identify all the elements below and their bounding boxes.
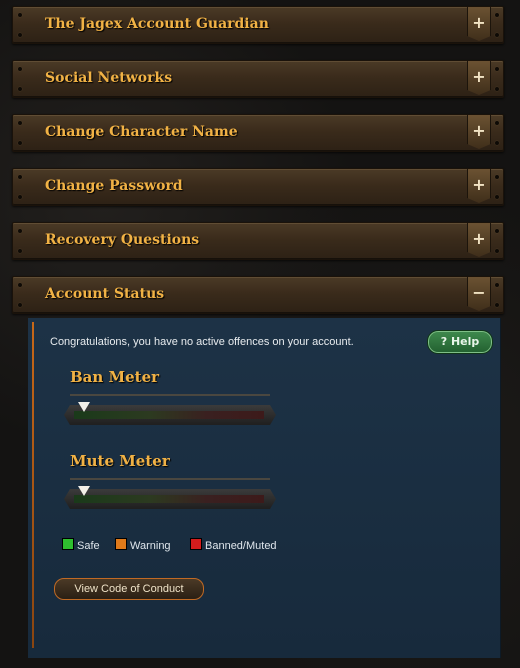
rivet-icon bbox=[495, 67, 499, 71]
rivet-icon bbox=[495, 121, 499, 125]
rivet-icon bbox=[495, 175, 499, 179]
minus-icon: − bbox=[472, 283, 486, 302]
rivet-icon bbox=[18, 249, 22, 253]
rivet-icon bbox=[495, 283, 499, 287]
rivet-icon bbox=[18, 141, 22, 145]
legend-safe: Safe bbox=[62, 538, 100, 552]
rivet-icon bbox=[18, 229, 22, 233]
rivet-icon bbox=[18, 195, 22, 199]
plus-icon: + bbox=[472, 67, 486, 86]
banned-swatch-icon bbox=[190, 538, 202, 550]
section-label: Account Status bbox=[45, 286, 165, 302]
ban-meter-title: Ban Meter bbox=[70, 368, 160, 386]
view-code-of-conduct-button[interactable]: View Code of Conduct bbox=[54, 578, 204, 600]
help-button[interactable]: ? Help bbox=[427, 330, 493, 354]
section-change-character-name[interactable]: Change Character Name + bbox=[12, 114, 504, 152]
mute-meter bbox=[64, 489, 276, 509]
section-change-password[interactable]: Change Password + bbox=[12, 168, 504, 206]
rivet-icon bbox=[18, 283, 22, 287]
panel-rail bbox=[32, 322, 34, 648]
mute-meter-title: Mute Meter bbox=[70, 452, 170, 470]
rivet-icon bbox=[18, 175, 22, 179]
ban-meter bbox=[64, 405, 276, 425]
plus-icon: + bbox=[472, 121, 486, 140]
plus-icon: + bbox=[472, 13, 486, 32]
plus-icon: + bbox=[472, 175, 486, 194]
expand-icon[interactable]: + bbox=[467, 115, 491, 149]
rivet-icon bbox=[495, 87, 499, 91]
rivet-icon bbox=[18, 121, 22, 125]
section-account-status[interactable]: Account Status − bbox=[12, 276, 504, 314]
expand-icon[interactable]: + bbox=[467, 169, 491, 203]
section-label: Change Password bbox=[45, 178, 183, 194]
rivet-icon bbox=[495, 303, 499, 307]
rivet-icon bbox=[495, 13, 499, 17]
rivet-icon bbox=[18, 33, 22, 37]
legend-banned-muted: Banned/Muted bbox=[190, 538, 277, 552]
section-label: The Jagex Account Guardian bbox=[45, 16, 269, 32]
safe-swatch-icon bbox=[62, 538, 74, 550]
rivet-icon bbox=[495, 141, 499, 145]
expand-icon[interactable]: + bbox=[467, 61, 491, 95]
section-recovery-questions[interactable]: Recovery Questions + bbox=[12, 222, 504, 260]
section-label: Recovery Questions bbox=[45, 232, 200, 248]
expand-icon[interactable]: + bbox=[467, 223, 491, 257]
expand-icon[interactable]: + bbox=[467, 7, 491, 41]
section-jagex-account-guardian[interactable]: The Jagex Account Guardian + bbox=[12, 6, 504, 44]
legend-warning: Warning bbox=[115, 538, 171, 552]
section-social-networks[interactable]: Social Networks + bbox=[12, 60, 504, 98]
rivet-icon bbox=[18, 87, 22, 91]
divider bbox=[70, 478, 270, 480]
status-message: Congratulations, you have no active offe… bbox=[50, 336, 354, 348]
legend-label: Warning bbox=[130, 540, 171, 552]
rivet-icon bbox=[495, 229, 499, 233]
meter-fill bbox=[74, 495, 264, 503]
rivet-icon bbox=[18, 303, 22, 307]
divider bbox=[70, 394, 270, 396]
plus-icon: + bbox=[472, 229, 486, 248]
rivet-icon bbox=[18, 13, 22, 17]
warning-swatch-icon bbox=[115, 538, 127, 550]
section-label: Social Networks bbox=[45, 70, 173, 86]
section-label: Change Character Name bbox=[45, 124, 238, 140]
collapse-icon[interactable]: − bbox=[467, 277, 491, 311]
meter-fill bbox=[74, 411, 264, 419]
legend-label: Banned/Muted bbox=[205, 540, 277, 552]
legend-label: Safe bbox=[77, 540, 100, 552]
rivet-icon bbox=[18, 67, 22, 71]
rivet-icon bbox=[495, 249, 499, 253]
rivet-icon bbox=[495, 33, 499, 37]
rivet-icon bbox=[495, 195, 499, 199]
